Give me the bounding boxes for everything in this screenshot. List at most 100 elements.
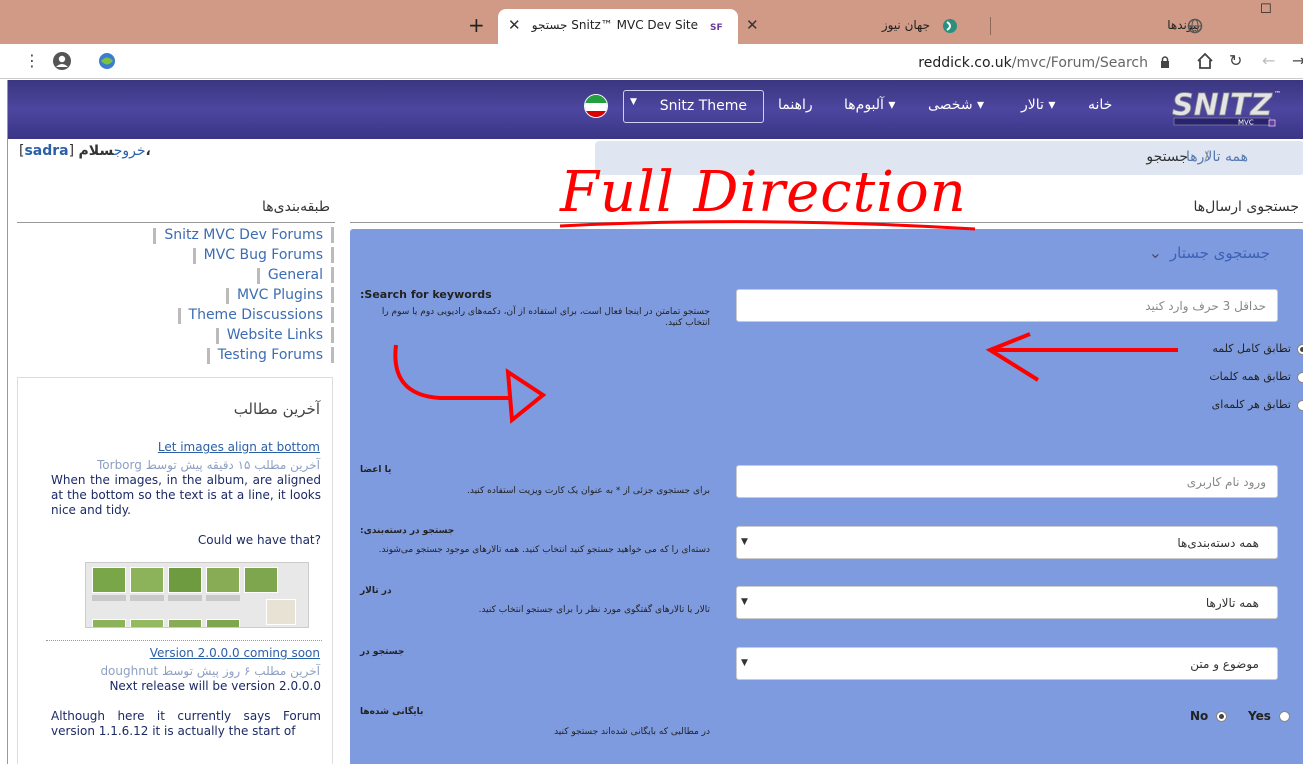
panel-title[interactable]: جستجوی جستار	[1170, 244, 1270, 262]
nav-personal[interactable]: شخصی ▾	[928, 97, 984, 113]
latest-posts-title: آخرین مطالب	[233, 400, 320, 418]
svg-text:™: ™	[1274, 90, 1281, 98]
category-select[interactable]: ▼ همه دسته‌بندی‌ها	[736, 526, 1278, 559]
search-section-title: جستجوی ارسال‌ها	[1193, 199, 1299, 215]
archived-yes-radio[interactable]: Yes	[1248, 709, 1291, 723]
category-link[interactable]: MVC Plugins	[225, 287, 334, 304]
iran-flag-icon[interactable]	[584, 94, 608, 118]
logo-sub: MVC	[1238, 119, 1254, 127]
post-meta: آخرین مطلب ۶ روز پیش توسط doughnut	[100, 664, 320, 678]
post-title-link[interactable]: Version 2.0.0.0 coming soon	[150, 646, 320, 660]
dropdown-arrow-icon: ▼	[741, 658, 748, 668]
main-divider	[350, 222, 1303, 223]
post-excerpt: Although here it currently says Forum ve…	[51, 709, 321, 738]
maximize-button[interactable]: ☐	[1260, 2, 1272, 17]
archived-help: در مطالبی که بایگانی شده‌اند جستجو کنید	[554, 727, 710, 737]
extension-icon[interactable]	[98, 52, 116, 70]
theme-select-label: Snitz Theme	[659, 98, 747, 114]
member-input[interactable]: ورود نام کاربری	[736, 465, 1278, 498]
search-in-select[interactable]: ▼ موضوع و متن	[736, 647, 1278, 680]
keywords-input[interactable]: حداقل 3 حرف وارد کنید	[736, 289, 1278, 322]
category-link[interactable]: Snitz MVC Dev Forums	[153, 227, 334, 244]
latest-posts-box: آخرین مطالب Let images align at bottom آ…	[17, 377, 333, 764]
logout-link[interactable]: خروج	[114, 143, 146, 159]
member-label: یا اعضا	[360, 465, 392, 475]
categories-title: طبقه‌بندی‌ها	[262, 199, 331, 215]
search-in-label: جستجو در	[360, 647, 405, 657]
match-any-radio[interactable]: تطابق هر کلمه‌ای	[1212, 398, 1303, 411]
dropdown-arrow-icon: ▼	[741, 537, 748, 547]
user-greeting: [sadra] خروجسلام،	[19, 143, 151, 159]
page-content: همه تالارها / جستجو [sadra] خروجسلام، طب…	[7, 139, 1303, 764]
profile-icon[interactable]	[52, 51, 72, 71]
category-link[interactable]: Theme Discussions	[177, 307, 334, 324]
svg-text:SF: SF	[710, 23, 723, 33]
theme-select[interactable]: ▼ Snitz Theme	[623, 90, 764, 123]
album-thumbnail[interactable]	[85, 562, 309, 628]
caret-down-icon: ▼	[630, 97, 637, 107]
breadcrumb: همه تالارها / جستجو	[595, 141, 1303, 175]
category-link[interactable]: General	[256, 267, 334, 284]
post-excerpt: Could we have that?	[197, 533, 321, 547]
nav-albums[interactable]: آلبوم‌ها ▾	[844, 97, 895, 113]
tab-separator	[990, 17, 991, 35]
member-help: برای جستجوی جزئی از * به عنوان یک کارت و…	[467, 486, 710, 496]
post-excerpt: Next release will be version 2.0.0.0	[109, 679, 321, 693]
nav-home[interactable]: خانه	[1088, 97, 1112, 113]
search-in-value: موضوع و متن	[1190, 657, 1259, 671]
nav-help[interactable]: راهنما	[778, 97, 813, 113]
category-label: جستجو در دسته‌بندی:	[360, 526, 455, 536]
close-tab-icon[interactable]: ✕	[746, 16, 759, 34]
close-tab-icon[interactable]: ✕	[508, 16, 521, 34]
match-whole-radio[interactable]: تطابق کامل کلمه	[1212, 342, 1303, 355]
reload-icon[interactable]: ↻	[1229, 53, 1242, 69]
category-link[interactable]: MVC Bug Forums	[192, 247, 334, 264]
url-field[interactable]: reddick.co.uk/mvc/Forum/Search	[128, 47, 1178, 76]
url-path: /mvc/Forum/Search	[1011, 55, 1148, 71]
keywords-help: جستجو تمامتن در اینجا فعال است، برای است…	[381, 307, 710, 328]
globe-favicon-icon	[1187, 18, 1203, 34]
archived-label: بایگانی شده‌ها	[360, 707, 424, 717]
snitz-favicon-icon: SF	[710, 23, 723, 33]
nav-forum[interactable]: تالار ▾	[1021, 97, 1055, 113]
search-panel: ⌄ جستجوی جستار Search for keywords: جستج…	[350, 229, 1303, 764]
chevron-down-icon[interactable]: ⌄	[1149, 243, 1162, 262]
category-help: دسته‌ای را که می خواهید جستجو کنید انتخا…	[378, 545, 710, 555]
new-tab-button[interactable]: +	[468, 13, 485, 37]
site-navbar: ▼ Snitz Theme راهنما آلبوم‌ها ▾ شخصی ▾ ت…	[7, 80, 1303, 139]
forum-label: در تالار	[360, 586, 392, 596]
keywords-placeholder: حداقل 3 حرف وارد کنید	[1145, 299, 1266, 313]
forum-select[interactable]: ▼ همه تالارها	[736, 586, 1278, 619]
url-host: reddick.co.uk	[918, 55, 1012, 71]
news-favicon-icon	[943, 19, 957, 33]
post-excerpt: When the images, in the album, are align…	[51, 473, 321, 517]
post-title-link[interactable]: Let images align at bottom	[158, 440, 320, 454]
back-icon[interactable]: ←	[1262, 53, 1275, 69]
dropdown-arrow-icon: ▼	[741, 597, 748, 607]
username-link[interactable]: sadra	[24, 143, 68, 159]
match-all-radio[interactable]: تطابق همه کلمات	[1209, 370, 1303, 383]
tab-snitz[interactable]: ✕ جستجو Snitz™ MVC Dev Site SF	[498, 9, 738, 44]
address-bar: ⋮ ☆ reddick.co.uk/mvc/Forum/Search ↻ ← →	[0, 44, 1303, 79]
category-link[interactable]: Testing Forums	[206, 347, 334, 364]
tab-links[interactable]: پیوندها	[995, 9, 1210, 42]
category-value: همه دسته‌بندی‌ها	[1177, 536, 1259, 550]
forum-help: تالار یا تالارهای گفتگوی مورد نظر را برا…	[478, 605, 710, 615]
breadcrumb-current: جستجو	[1146, 149, 1188, 165]
sidebar-divider	[17, 222, 335, 223]
tab-news[interactable]: ✕ جهان نیوز	[740, 9, 980, 42]
lock-icon	[1161, 56, 1169, 68]
keywords-label: Search for keywords:	[360, 288, 492, 301]
snitz-logo[interactable]: SNITZ MVC ™	[1170, 87, 1286, 127]
category-link[interactable]: Website Links	[215, 327, 334, 344]
post-divider	[46, 640, 322, 641]
forum-value: همه تالارها	[1205, 596, 1259, 610]
forward-icon[interactable]: →	[1292, 53, 1303, 69]
post-meta: آخرین مطلب ۱۵ دقیقه پیش توسط Torborg	[97, 458, 320, 472]
menu-kebab-icon[interactable]: ⋮	[24, 53, 40, 69]
tab-title: جهان نیوز	[881, 18, 930, 32]
browser-tab-strip: ☐ + ✕ جستجو Snitz™ MVC Dev Site SF ✕ جها…	[0, 0, 1303, 44]
breadcrumb-home-link[interactable]: همه تالارها	[1186, 149, 1248, 165]
archived-no-radio[interactable]: No	[1190, 709, 1228, 723]
home-icon[interactable]	[1196, 52, 1214, 70]
